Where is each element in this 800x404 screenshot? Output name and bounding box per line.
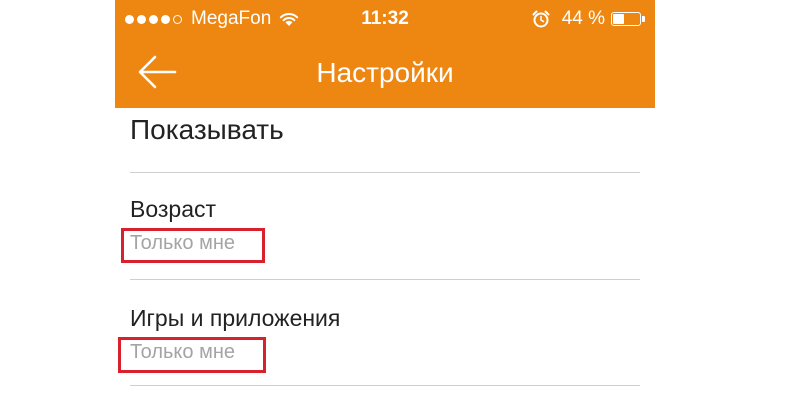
divider <box>130 385 640 386</box>
status-bar-right: 44 % <box>532 6 645 32</box>
settings-row-age[interactable]: Возраст Только мне <box>115 173 655 277</box>
settings-row-games-apps[interactable]: Игры и приложения Только мне <box>115 280 655 384</box>
top-bar: MegaFon 11:32 44 % Настройки <box>115 0 655 108</box>
section-header: Показывать <box>130 114 284 145</box>
row-title: Игры и приложения <box>130 305 341 331</box>
battery-icon <box>611 12 641 26</box>
settings-screen: MegaFon 11:32 44 % Настройки Показывать … <box>115 0 655 404</box>
highlight-box <box>121 228 265 263</box>
battery-percent: 44 % <box>561 8 605 29</box>
row-title: Возраст <box>130 196 217 222</box>
alarm-clock-icon <box>532 10 550 28</box>
page-title: Настройки <box>316 57 454 88</box>
highlight-box <box>118 337 266 373</box>
